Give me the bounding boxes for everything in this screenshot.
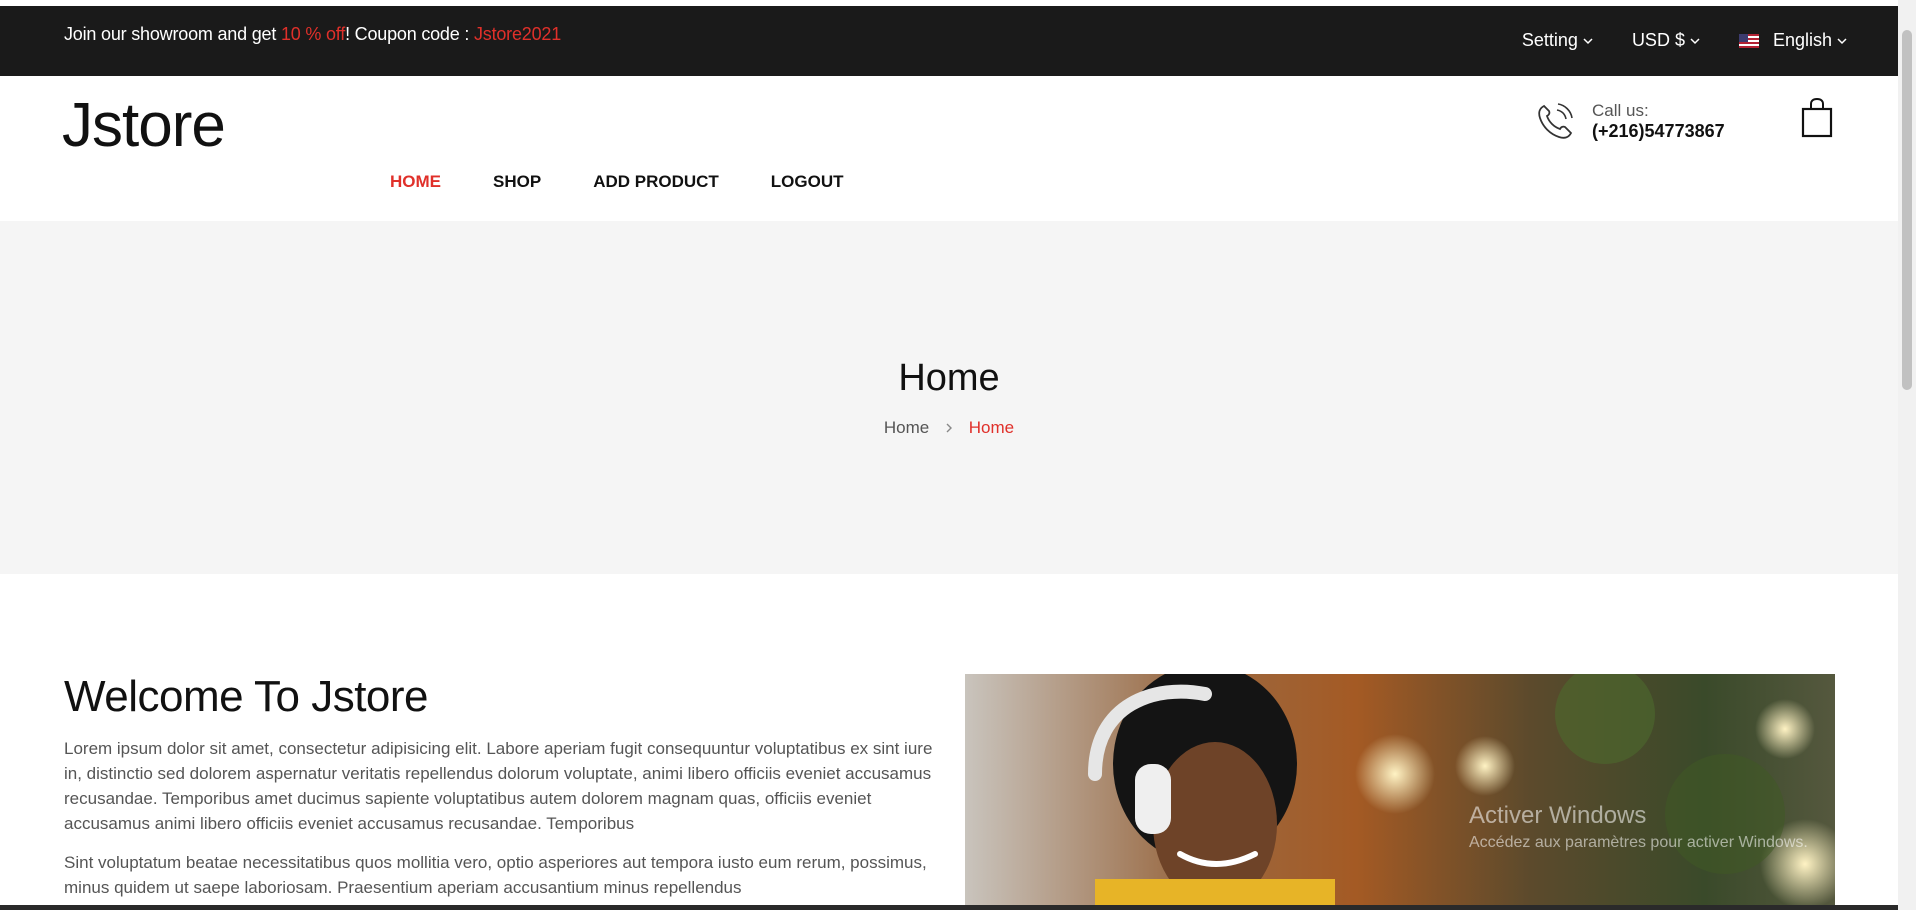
welcome-section: Welcome To Jstore Lorem ipsum dolor sit … <box>64 672 940 910</box>
nav-logout[interactable]: LOGOUT <box>771 172 844 192</box>
language-label: English <box>1772 30 1832 50</box>
woman-with-headphones-image <box>965 674 1835 910</box>
breadcrumb-current: Home <box>968 418 1015 437</box>
top-bar: Join our showroom and get 10 % off! Coup… <box>0 6 1898 76</box>
currency-label: USD $ <box>1631 30 1685 50</box>
main-nav: HOME SHOP ADD PRODUCT LOGOUT <box>390 172 844 192</box>
call-us: Call us: (+216)54773867 <box>1532 98 1725 144</box>
nav-add-product[interactable]: ADD PRODUCT <box>593 172 719 192</box>
top-right-menu: Setting USD $ English <box>1522 30 1848 51</box>
call-us-label: Call us: <box>1592 101 1649 120</box>
breadcrumb: Home Home <box>0 418 1898 438</box>
currency-dropdown[interactable]: USD $ <box>1632 30 1701 51</box>
us-flag-icon <box>1738 33 1759 48</box>
watermark-subtitle: Accédez aux paramètres pour activer Wind… <box>1469 834 1808 851</box>
promo-middle: ! Coupon code : <box>345 24 474 44</box>
welcome-paragraph-2: Sint voluptatum beatae necessitatibus qu… <box>64 853 927 897</box>
setting-label: Setting <box>1521 30 1578 50</box>
bottom-edge <box>0 905 1898 910</box>
phone-number[interactable]: (+216)54773867 <box>1592 121 1725 141</box>
promo-prefix: Join our showroom and get <box>64 24 281 44</box>
logo[interactable]: Jstore <box>62 90 226 161</box>
scrollbar-thumb[interactable] <box>1902 30 1912 390</box>
shopping-bag-icon[interactable] <box>1800 98 1834 138</box>
promo-message: Join our showroom and get 10 % off! Coup… <box>64 24 561 45</box>
page-title: Home <box>898 357 1000 399</box>
setting-dropdown[interactable]: Setting <box>1522 30 1594 51</box>
welcome-image <box>965 674 1835 910</box>
site-header: Jstore HOME SHOP ADD PRODUCT LOGOUT Call… <box>0 76 1898 221</box>
phone-icon <box>1538 103 1573 139</box>
chevron-right-icon <box>946 423 952 433</box>
watermark-title: Activer Windows <box>1469 802 1647 829</box>
nav-shop[interactable]: SHOP <box>493 172 541 192</box>
promo-code: Jstore2021 <box>473 24 562 44</box>
nav-home[interactable]: HOME <box>390 172 441 192</box>
promo-discount: 10 % off <box>280 24 346 44</box>
language-dropdown[interactable]: English <box>1738 30 1848 51</box>
chevron-down-icon <box>1583 37 1593 44</box>
breadcrumb-home[interactable]: Home <box>884 418 929 437</box>
chevron-down-icon <box>1690 37 1700 44</box>
page-hero: Home Home Home <box>0 221 1898 574</box>
page-scrollbar[interactable] <box>1898 0 1916 910</box>
call-us-text: Call us: (+216)54773867 <box>1592 101 1725 141</box>
welcome-paragraph-1: Lorem ipsum dolor sit amet, consectetur … <box>64 739 933 833</box>
welcome-title: Welcome To Jstore <box>64 672 429 721</box>
chevron-down-icon <box>1837 37 1847 44</box>
windows-activation-watermark: Activer Windows Accédez aux paramètres p… <box>1469 802 1808 852</box>
